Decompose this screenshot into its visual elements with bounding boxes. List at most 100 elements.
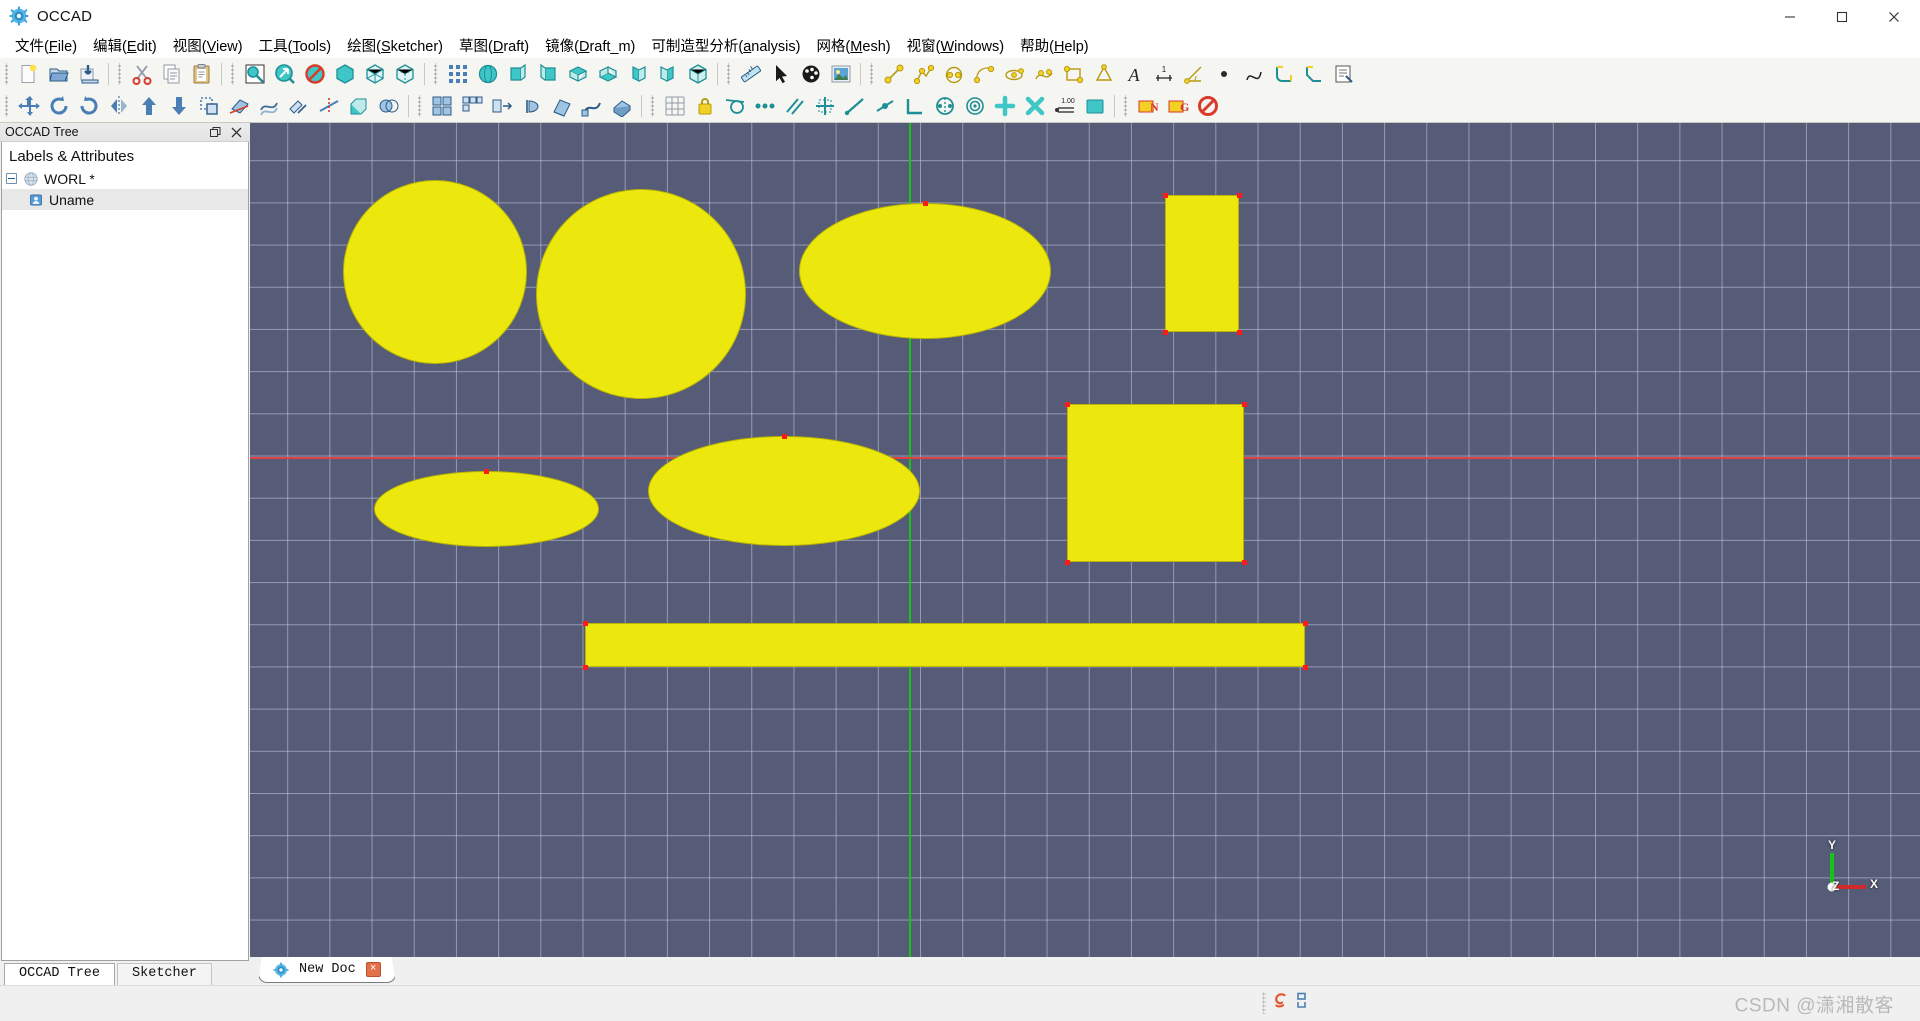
toolbar-button-chamfer[interactable]: [1299, 59, 1329, 89]
viewport-shape-bar-1[interactable]: [585, 623, 1305, 667]
viewport-shape-rectangle-2[interactable]: [1067, 404, 1244, 562]
toolbar-grip[interactable]: [432, 63, 441, 85]
toolbar-button-spline[interactable]: [1029, 59, 1059, 89]
toolbar-button-shaded-box[interactable]: [330, 59, 360, 89]
toolbar-button-save[interactable]: [74, 59, 104, 89]
document-tab-close-button[interactable]: ×: [366, 962, 381, 977]
toolbar-button-thicken[interactable]: [607, 91, 637, 121]
toolbar-button-hlr-box[interactable]: [390, 59, 420, 89]
toolbar-button-cut-plane[interactable]: [224, 91, 254, 121]
toolbar-button-rectangle[interactable]: [1059, 59, 1089, 89]
toolbar-grip[interactable]: [229, 63, 238, 85]
toolbar-button-ellipse[interactable]: [999, 59, 1029, 89]
toolbar-button-copy[interactable]: [157, 59, 187, 89]
toolbar-button-scale[interactable]: [194, 91, 224, 121]
toolbar-button-new-document[interactable]: [14, 59, 44, 89]
toolbar-button-trim[interactable]: [314, 91, 344, 121]
toolbar-button-tangent[interactable]: [720, 91, 750, 121]
toolbar-grip[interactable]: [3, 63, 12, 85]
toolbar-button-no-shading[interactable]: [300, 59, 330, 89]
toolbar-button-arc[interactable]: [969, 59, 999, 89]
panel-tab-occad-tree[interactable]: OCCAD Tree: [4, 963, 116, 985]
toolbar-button-parallel[interactable]: [780, 91, 810, 121]
menu-tools[interactable]: 工具(Tools): [251, 33, 340, 59]
menu-sketcher[interactable]: 绘图(Sketcher): [339, 33, 451, 59]
toolbar-button-point-on-line[interactable]: [870, 91, 900, 121]
vertex-marker[interactable]: [1241, 559, 1247, 565]
toolbar-button-perpendicular-grid[interactable]: [810, 91, 840, 121]
menu-mesh[interactable]: 网格(Mesh): [808, 33, 898, 59]
vertex-marker[interactable]: [582, 620, 588, 626]
toolbar-button-open-folder[interactable]: [44, 59, 74, 89]
toolbar-button-perpendicular[interactable]: [900, 91, 930, 121]
toolbar-button-rotate-ccw[interactable]: [44, 91, 74, 121]
menu-file[interactable]: 文件(File): [7, 33, 85, 59]
toolbar-button-concentric[interactable]: [960, 91, 990, 121]
toolbar-button-circle-2p[interactable]: [939, 59, 969, 89]
toolbar-button-mirror[interactable]: [104, 91, 134, 121]
ime-mode-icon[interactable]: [1295, 992, 1309, 1014]
toolbar-button-grid-dots[interactable]: [443, 59, 473, 89]
tree-item-world[interactable]: WORL *: [2, 168, 248, 189]
toolbar-button-rotate-cw[interactable]: [74, 91, 104, 121]
tree-item-uname[interactable]: Uname: [2, 189, 248, 210]
vertex-marker[interactable]: [1236, 192, 1242, 198]
toolbar-button-grid-snap[interactable]: [660, 91, 690, 121]
toolbar-button-zoom-pan[interactable]: [270, 59, 300, 89]
vertex-marker[interactable]: [1241, 401, 1247, 407]
float-window-icon[interactable]: [209, 126, 222, 139]
toolbar-button-left-view[interactable]: [623, 59, 653, 89]
menu-edit[interactable]: 编辑(Edit): [85, 33, 165, 59]
toolbar-button-join[interactable]: [284, 91, 314, 121]
toolbar-button-offset[interactable]: [254, 91, 284, 121]
vertex-marker[interactable]: [1302, 664, 1308, 670]
menu-view[interactable]: 视图(View): [165, 33, 251, 59]
toolbar-button-bspline[interactable]: [1239, 59, 1269, 89]
viewport-shape-circle-2[interactable]: [536, 189, 746, 399]
toolbar-grip[interactable]: [649, 95, 658, 117]
toolbar-button-text[interactable]: A: [1119, 59, 1149, 89]
tree-panel[interactable]: Labels & Attributes WORL * Uname: [1, 142, 249, 961]
maximize-button[interactable]: [1816, 0, 1868, 33]
vertex-marker[interactable]: [484, 468, 489, 474]
toolbar-grip[interactable]: [1122, 95, 1131, 117]
vertex-marker[interactable]: [582, 664, 588, 670]
toolbar-button-polyline[interactable]: [909, 59, 939, 89]
toolbar-button-delete-constraint[interactable]: [1020, 91, 1050, 121]
toolbar-button-angle[interactable]: [1179, 59, 1209, 89]
toolbar-button-bottom-view[interactable]: [593, 59, 623, 89]
toolbar-button-extrude[interactable]: [344, 91, 374, 121]
toolbar-button-select-arrow[interactable]: [766, 59, 796, 89]
dock-close-icon[interactable]: [230, 126, 243, 139]
vertex-marker[interactable]: [781, 433, 787, 439]
toolbar-button-move-up[interactable]: [134, 91, 164, 121]
toolbar-button-move-down[interactable]: [164, 91, 194, 121]
vertex-marker[interactable]: [1064, 401, 1070, 407]
toolbar-button-sketch-prop[interactable]: [1329, 59, 1359, 89]
toolbar-button-triangle[interactable]: [1089, 59, 1119, 89]
toolbar-button-line[interactable]: [879, 59, 909, 89]
toolbar-grip[interactable]: [725, 63, 734, 85]
viewport-shape-ellipse-1[interactable]: [799, 203, 1051, 339]
panel-tab-sketcher[interactable]: Sketcher: [117, 963, 212, 985]
toolbar-button-fillet[interactable]: [1269, 59, 1299, 89]
vertex-marker[interactable]: [1162, 192, 1168, 198]
toolbar-grip[interactable]: [868, 63, 877, 85]
toolbar-button-wireframe-box[interactable]: [360, 59, 390, 89]
vertex-marker[interactable]: [1236, 329, 1242, 335]
toolbar-button-grid-layout[interactable]: [427, 91, 457, 121]
vertex-marker[interactable]: [1064, 559, 1070, 565]
toolbar-button-right-view[interactable]: [653, 59, 683, 89]
toolbar-button-back-view[interactable]: [533, 59, 563, 89]
toolbar-button-box-constraint[interactable]: [1080, 91, 1110, 121]
sogou-icon[interactable]: [1272, 992, 1289, 1014]
toolbar-button-paste-clipboard[interactable]: [187, 59, 217, 89]
toolbar-button-zoom-window[interactable]: [240, 59, 270, 89]
minimize-button[interactable]: [1764, 0, 1816, 33]
toolbar-button-measure-ruler[interactable]: [736, 59, 766, 89]
toolbar-button-boolean[interactable]: [374, 91, 404, 121]
toolbar-button-sphere[interactable]: [473, 59, 503, 89]
toolbar-button-forbidden[interactable]: [1193, 91, 1223, 121]
document-tab-new-doc[interactable]: New Doc ×: [258, 957, 396, 983]
viewport-shape-ellipse-3[interactable]: [648, 436, 920, 546]
